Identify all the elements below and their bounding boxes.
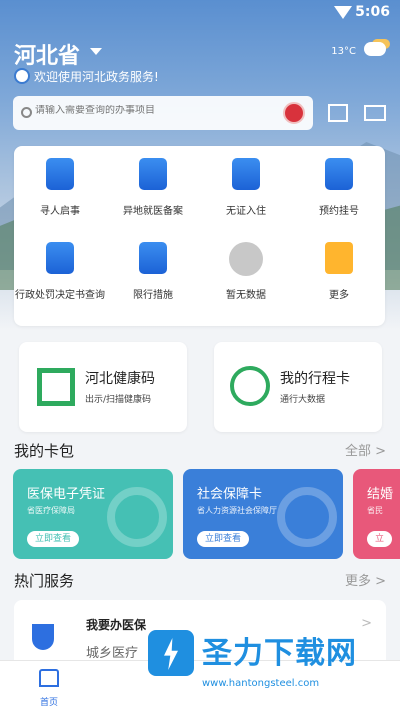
penalty-shield-icon xyxy=(46,242,74,274)
emblem-icon xyxy=(14,68,30,84)
watermark-text: 圣力下载网 xyxy=(202,636,357,671)
trip-card-subtitle: 通行大数据 xyxy=(280,395,326,405)
region-selector[interactable]: 河北省 xyxy=(14,38,80,70)
status-bar: 5:06 xyxy=(0,0,400,26)
cross-emblem-icon xyxy=(107,487,167,547)
hot-services-title: 热门服务 xyxy=(14,572,75,590)
health-code-subtitle: 出示/扫描健康码 xyxy=(85,395,152,405)
tab-home[interactable]: 首页 xyxy=(22,665,76,709)
home-icon xyxy=(39,669,59,687)
building-id-icon xyxy=(232,158,260,190)
wifi-icon xyxy=(334,6,352,19)
search-icon xyxy=(21,107,32,118)
search-input[interactable] xyxy=(35,105,275,116)
more-grid-icon xyxy=(325,242,353,274)
arrow-up-icon xyxy=(230,366,270,406)
health-code-title: 河北健康码 xyxy=(85,371,155,387)
status-time: 5:06 xyxy=(355,4,390,20)
welcome-text: 欢迎使用河北政务服务! xyxy=(34,70,159,84)
service-item-traffic-restriction[interactable]: 限行措施 xyxy=(107,230,199,310)
clock-document-icon xyxy=(325,158,353,190)
hot-service-title: 我要办医保 xyxy=(86,618,147,632)
view-now-button[interactable]: 立 xyxy=(367,531,393,547)
weather-temperature: 13°C xyxy=(331,46,356,57)
watermark-logo-icon xyxy=(148,630,194,676)
social-security-emblem-icon xyxy=(277,487,337,547)
service-item-missing-person[interactable]: 寻人启事 xyxy=(14,146,106,226)
service-grid: 寻人启事 异地就医备案 无证入住 预约挂号 行政处罚决定书查询 限行措施 暂无数… xyxy=(14,146,385,326)
health-code-card[interactable]: 河北健康码 出示/扫描健康码 xyxy=(19,342,187,432)
qr-code-icon xyxy=(37,368,75,406)
service-item-medical-filing[interactable]: 异地就医备案 xyxy=(107,146,199,226)
watermark-url: www.hantongsteel.com xyxy=(202,678,320,689)
view-now-button[interactable]: 立即查看 xyxy=(27,531,80,547)
medical-shield-icon xyxy=(32,624,54,650)
service-item-appointment[interactable]: 预约挂号 xyxy=(293,146,385,226)
car-restriction-icon xyxy=(139,242,167,274)
hospital-icon xyxy=(139,158,167,190)
voice-search-icon[interactable] xyxy=(283,102,305,124)
wallet-view-all-link[interactable]: 全部 > xyxy=(345,440,386,459)
search-bar[interactable] xyxy=(13,96,313,130)
partly-cloudy-icon xyxy=(364,42,386,56)
service-item-check-in[interactable]: 无证入住 xyxy=(200,146,292,226)
lightning-icon xyxy=(164,638,178,670)
trip-card[interactable]: 我的行程卡 通行大数据 xyxy=(214,342,382,432)
service-item-penalty-query[interactable]: 行政处罚决定书查询 xyxy=(14,230,106,310)
hot-services-more-link[interactable]: 更多 > xyxy=(345,570,386,589)
tab-home-label: 首页 xyxy=(39,698,58,708)
chevron-down-icon[interactable] xyxy=(90,48,102,55)
wallet-card-medical-insurance[interactable]: 医保电子凭证 省医疗保障局 立即查看 xyxy=(13,469,173,559)
wallet-card-social-security[interactable]: 社会保障卡 省人力资源社会保障厅 立即查看 xyxy=(183,469,343,559)
service-item-more[interactable]: 更多 xyxy=(293,230,385,310)
scan-icon[interactable] xyxy=(328,104,348,122)
mail-icon[interactable] xyxy=(364,105,386,121)
person-card-icon xyxy=(46,158,74,190)
wallet-card-marriage[interactable]: 结婚 省民 立 xyxy=(353,469,400,559)
trip-card-title: 我的行程卡 xyxy=(280,371,350,387)
view-now-button[interactable]: 立即查看 xyxy=(197,531,250,547)
service-item-no-data[interactable]: 暂无数据 xyxy=(200,230,292,310)
wallet-section-title: 我的卡包 xyxy=(14,442,75,460)
hot-service-subtitle: 城乡医疗 xyxy=(86,646,139,661)
watermark: 圣力下载网 www.hantongsteel.com xyxy=(148,628,398,706)
placeholder-icon xyxy=(229,242,263,276)
